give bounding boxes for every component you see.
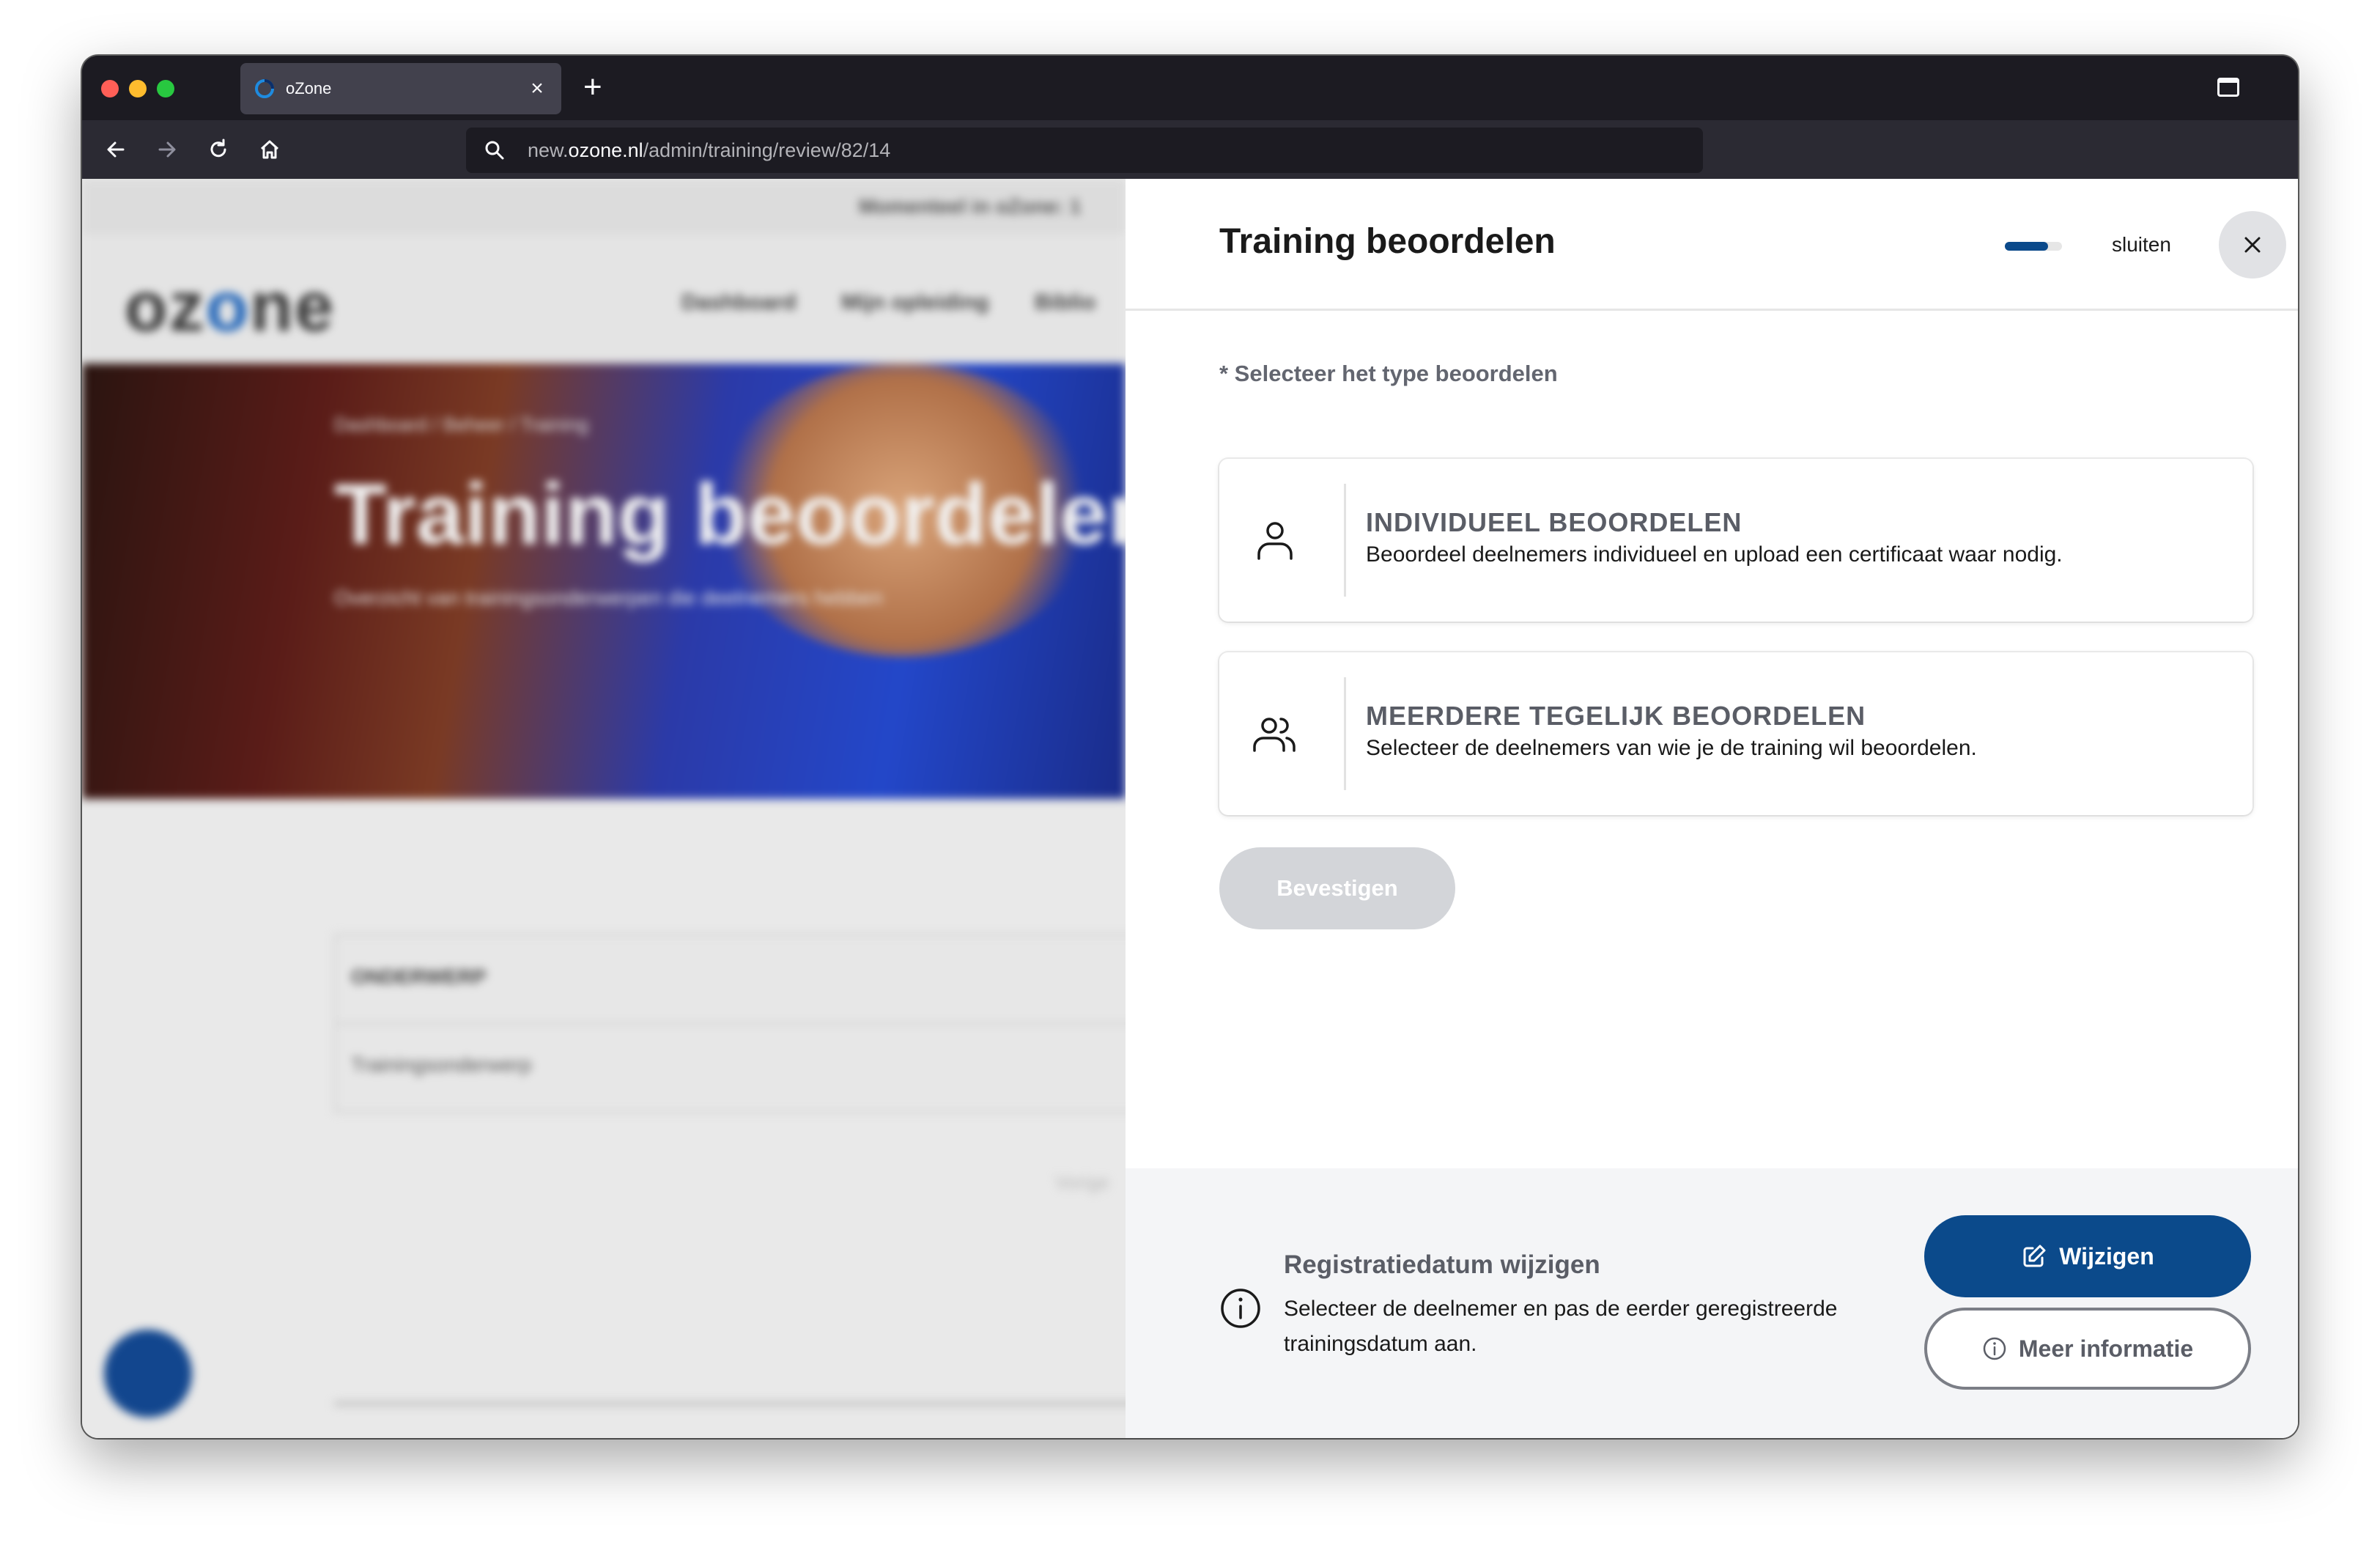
forward-button[interactable] [152,135,182,164]
reload-button[interactable] [204,135,233,164]
logo-part-left: oz [125,268,206,346]
more-info-button-label: Meer informatie [2018,1335,2194,1362]
home-icon [260,140,279,159]
browser-tab-ozone[interactable]: oZone × [240,63,561,114]
site-nav-mijn-opleiding: Mijn opleiding [841,290,989,314]
ozone-favicon-icon [255,79,274,98]
panel-footer: Registratiedatum wijzigen Selecteer de d… [1126,1168,2298,1438]
registration-date-description: Selecteer de deelnemer en pas de eerder … [1284,1297,1838,1356]
table-cell: Trainingsonderwerp [351,1053,532,1076]
minimize-window-button[interactable] [129,80,147,97]
registration-date-title: Registratiedatum wijzigen [1284,1250,1600,1279]
info-circle-icon [1983,1337,2006,1360]
tab-close-icon[interactable]: × [526,78,548,100]
edit-button[interactable]: Wijzigen [1924,1215,2251,1297]
table-divider [336,1022,1126,1025]
option-divider [1344,484,1346,597]
option-title: MEERDERE TEGELIJK BEOORDELEN [1366,701,1866,731]
arrow-right-icon [158,141,176,158]
close-window-button[interactable] [101,80,119,97]
hero-subtitle: Overzicht van trainingsonderwerpen die d… [334,586,883,609]
ozone-logo: ozone [125,267,335,347]
window-list-icon[interactable] [2217,78,2239,97]
more-info-button[interactable]: Meer informatie [1924,1308,2251,1390]
step-progress-fill [2005,242,2048,251]
panel-title: Training beoordelen [1219,222,1556,261]
close-icon [2244,237,2261,253]
option-description: Beoordeel deelnemers individueel en uplo… [1366,542,2063,567]
breadcrumb: Dashboard / Beheer / Training [334,413,588,435]
url-path: /admin/training/review/82/14 [643,139,891,161]
logo-part-o: o [205,268,251,346]
tab-bar: oZone × + [82,56,2298,120]
browser-window: oZone × + new.ozone.nl/admin/training/re… [82,56,2298,1438]
chat-widget-button [104,1330,192,1418]
notice-bar: Momenteel in oZone: 1 [82,179,1126,235]
confirm-button[interactable]: Bevestigen [1219,847,1455,929]
topics-table: ONDERWERP Trainingsonderwerp [334,934,1126,1113]
edit-button-label: Wijzigen [2059,1242,2154,1269]
option-divider [1344,677,1346,790]
arrow-left-icon [107,141,125,158]
review-type-label: * Selecteer het type beoordelen [1219,361,1558,386]
hero-title: Training beoordelen [334,466,1126,563]
url-prefix: new. [528,139,569,161]
address-bar[interactable]: new.ozone.nl/admin/training/review/82/14 [466,128,1703,173]
edit-icon [2023,1245,2046,1267]
navigation-bar: new.ozone.nl/admin/training/review/82/14 [82,120,2298,179]
footer-divider [334,1401,1126,1406]
url-text: new.ozone.nl/admin/training/review/82/14 [528,139,890,162]
review-panel: Training beoordelen sluiten * Selecteer … [1126,179,2298,1438]
hero-banner [82,364,1126,799]
reload-icon [210,139,226,158]
option-description: Selecteer de deelnemers van wie je de tr… [1366,736,1977,760]
url-host: ozone.nl [568,139,643,161]
page-viewport: Momenteel in oZone: 1 ozone Dashboard Mi… [82,179,2298,1438]
table-header: ONDERWERP [351,965,487,988]
site-nav-bibliotheek: Biblio [1035,290,1096,314]
users-icon [1253,718,1296,752]
site-nav-dashboard: Dashboard [681,290,797,314]
step-progress [2005,242,2062,251]
new-tab-button[interactable]: + [583,69,602,106]
info-icon [1221,1289,1260,1328]
close-panel-button[interactable] [2219,211,2286,279]
option-individual-review[interactable]: INDIVIDUEEL BEOORDELEN Beoordeel deelnem… [1219,459,2252,622]
tab-title: oZone [286,79,332,97]
background-page-overlay: Momenteel in oZone: 1 ozone Dashboard Mi… [82,179,1126,1438]
close-label[interactable]: sluiten [2112,233,2171,257]
zoom-window-button[interactable] [157,80,174,97]
panel-header: Training beoordelen sluiten [1126,179,2298,311]
pager-prev: Vorige [1055,1171,1109,1193]
option-multiple-review[interactable]: MEERDERE TEGELIJK BEOORDELEN Selecteer d… [1219,652,2252,815]
user-icon [1257,522,1293,560]
option-title: INDIVIDUEEL BEOORDELEN [1366,507,1742,537]
logo-part-right: ne [250,268,336,346]
background-page-blurred: Momenteel in oZone: 1 ozone Dashboard Mi… [82,179,1126,1438]
search-icon [485,141,504,160]
home-button[interactable] [255,135,284,164]
back-button[interactable] [101,135,130,164]
notice-text: Momenteel in oZone: 1 [859,195,1082,218]
